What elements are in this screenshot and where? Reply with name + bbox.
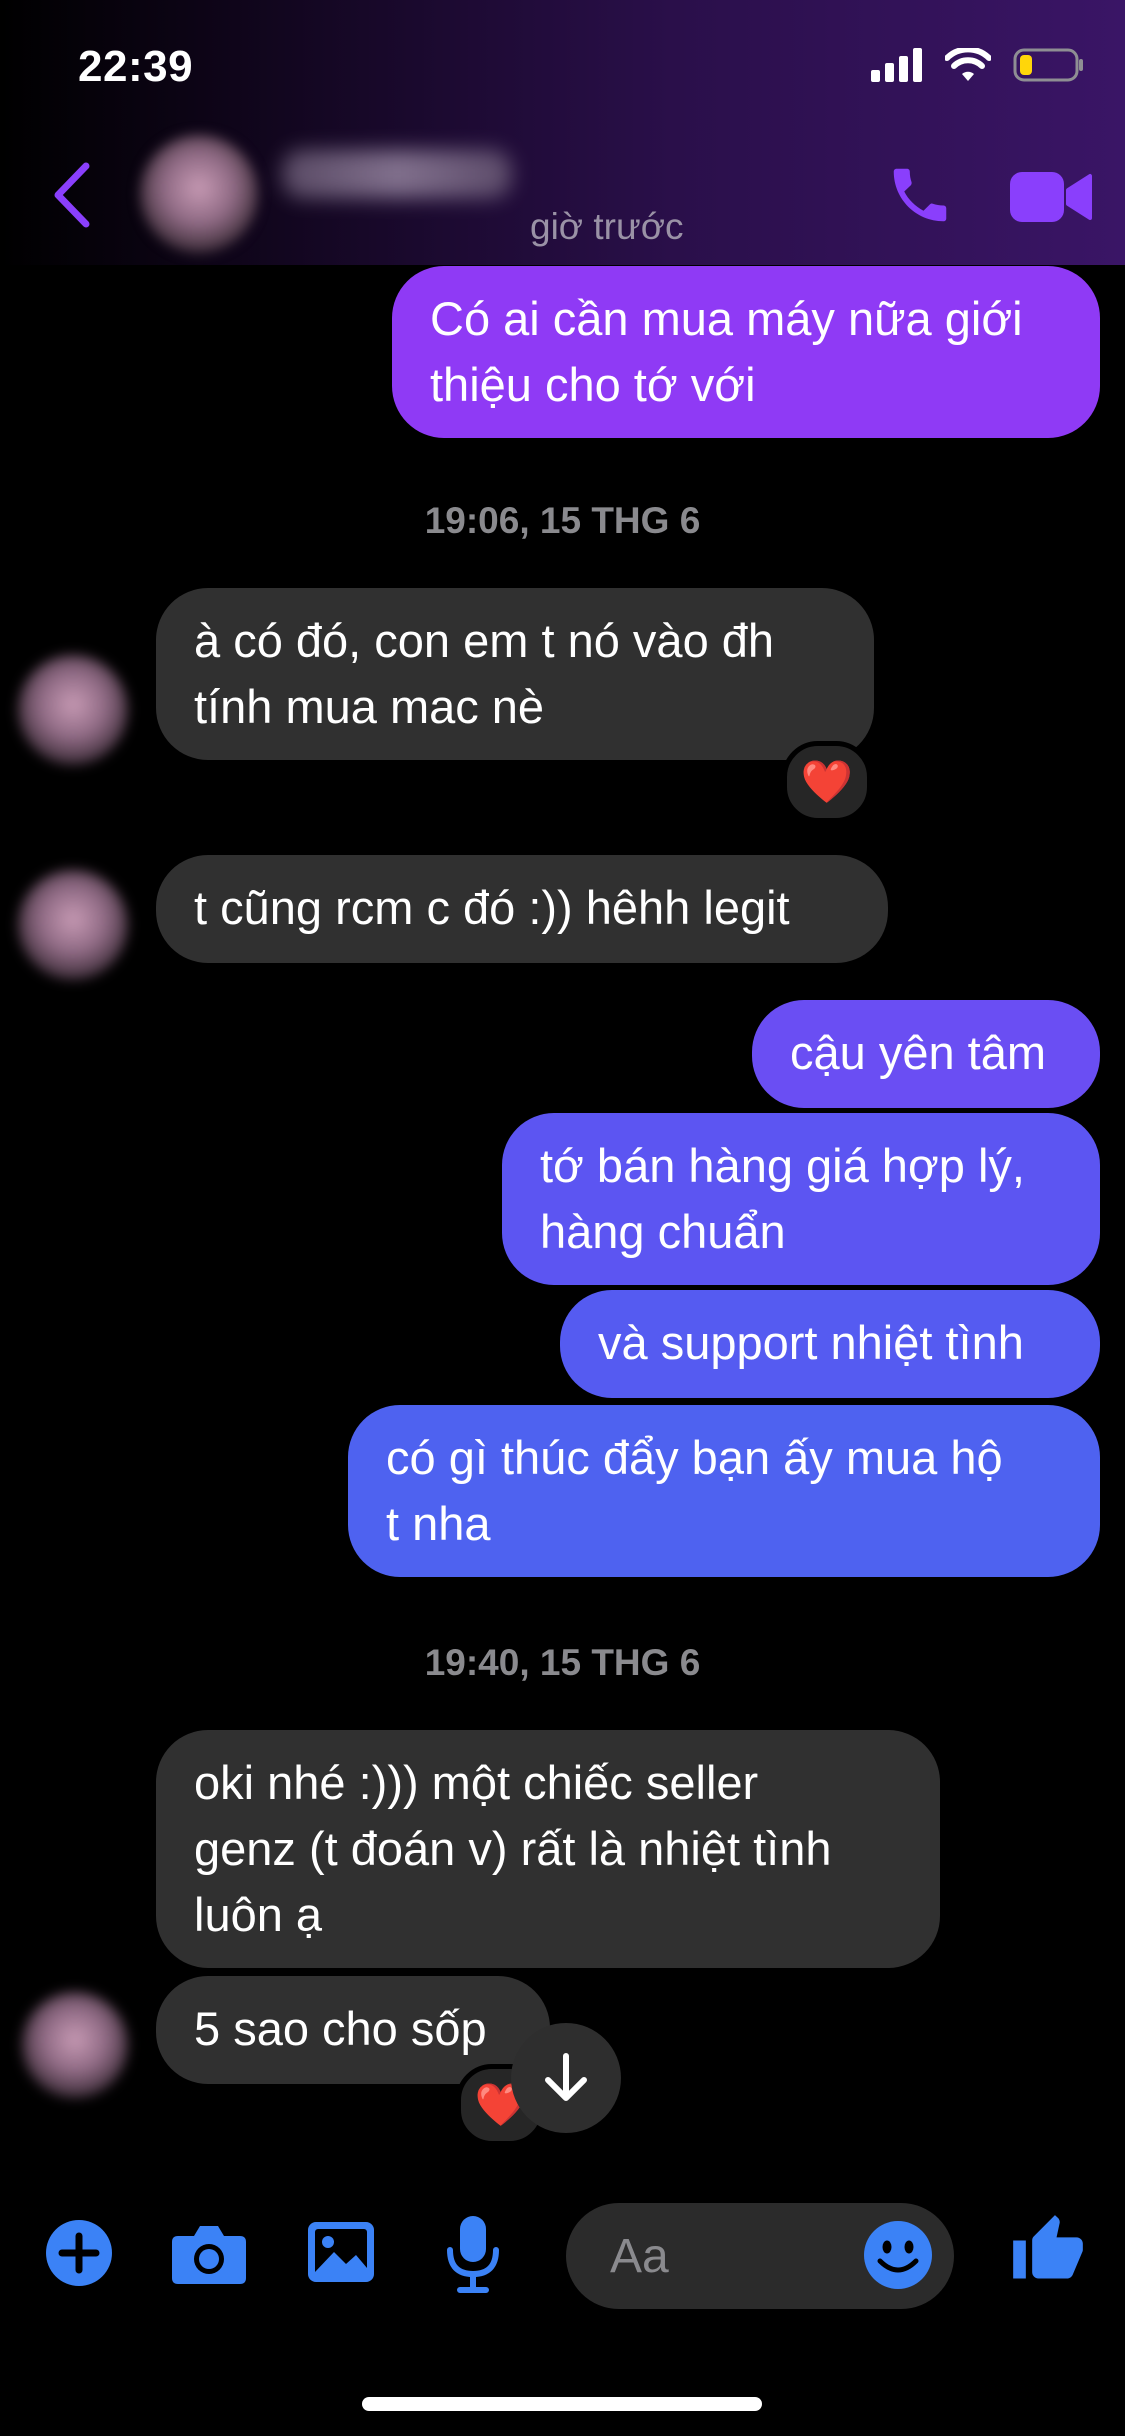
image-icon[interactable] xyxy=(306,2220,376,2284)
scroll-to-bottom-button[interactable] xyxy=(511,2023,621,2133)
sender-avatar[interactable] xyxy=(22,1992,128,2098)
status-time: 22:39 xyxy=(78,42,194,91)
sender-avatar[interactable] xyxy=(18,655,128,765)
message-received[interactable]: à có đó, con em t nó vào đh tính mua mac… xyxy=(156,588,874,760)
chevron-left-icon[interactable] xyxy=(52,162,92,228)
home-indicator[interactable] xyxy=(362,2397,762,2411)
message-input[interactable]: Aa xyxy=(566,2203,954,2309)
timestamp: 19:06, 15 THG 6 xyxy=(424,500,701,541)
cellular-icon xyxy=(871,48,922,82)
battery-icon xyxy=(1013,48,1083,82)
message-sent[interactable]: và support nhiệt tình xyxy=(560,1290,1100,1398)
message-received[interactable]: oki nhé :))) một chiếc seller genz (t đo… xyxy=(156,1730,940,1968)
message-sent[interactable]: có gì thúc đẩy bạn ấy mua hộ t nha xyxy=(348,1405,1100,1577)
sender-avatar[interactable] xyxy=(18,870,128,980)
message-received[interactable]: t cũng rcm c đó :)) hêhh legit xyxy=(156,855,888,963)
active-status: giờ trước xyxy=(530,206,684,247)
thumbs-up-icon[interactable] xyxy=(1010,2210,1086,2290)
contact-avatar[interactable] xyxy=(140,135,258,253)
microphone-icon[interactable] xyxy=(444,2214,502,2294)
wifi-icon xyxy=(945,48,991,81)
status-icons xyxy=(871,48,1085,82)
message-sent[interactable]: cậu yên tâm xyxy=(752,1000,1100,1108)
arrow-down-icon xyxy=(545,2053,587,2101)
timestamp: 19:40, 15 THG 6 xyxy=(424,1642,701,1683)
message-sent[interactable]: tớ bán hàng giá hợp lý, hàng chuẩn xyxy=(502,1113,1100,1285)
camera-icon[interactable] xyxy=(170,2222,248,2286)
contact-name-redacted[interactable] xyxy=(282,150,512,198)
phone-icon[interactable] xyxy=(885,160,955,230)
message-input-placeholder: Aa xyxy=(610,2230,669,2283)
smiley-icon[interactable] xyxy=(860,2217,936,2293)
message-sent[interactable]: Có ai cần mua máy nữa giới thiệu cho tớ … xyxy=(392,266,1100,438)
plus-icon[interactable] xyxy=(44,2218,114,2288)
heart-reaction[interactable]: ❤️ xyxy=(782,741,872,823)
video-camera-icon[interactable] xyxy=(1010,170,1092,224)
